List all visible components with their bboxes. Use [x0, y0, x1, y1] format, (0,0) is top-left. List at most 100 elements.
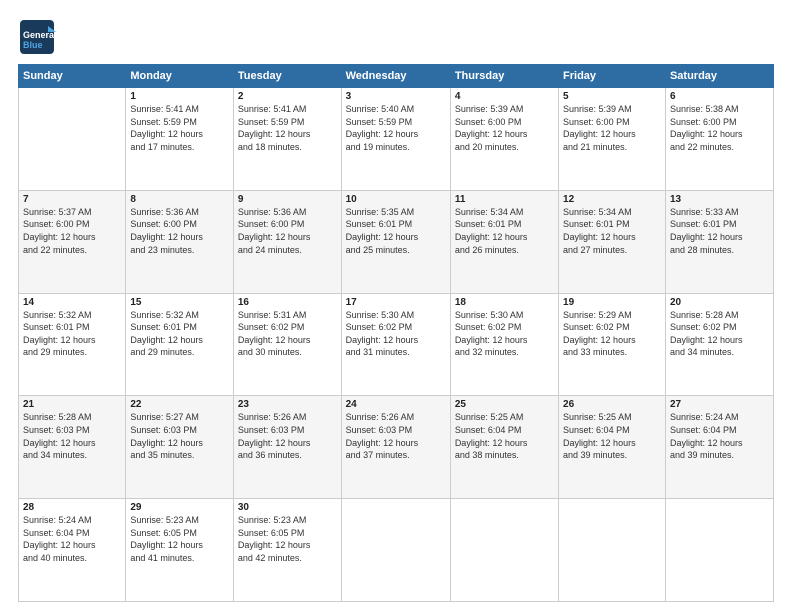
day-info: Sunrise: 5:36 AM Sunset: 6:00 PM Dayligh… — [238, 206, 337, 256]
day-number: 29 — [130, 502, 229, 513]
day-number: 13 — [670, 194, 769, 205]
column-header-friday: Friday — [559, 65, 666, 88]
day-info: Sunrise: 5:33 AM Sunset: 6:01 PM Dayligh… — [670, 206, 769, 256]
calendar-cell: 11Sunrise: 5:34 AM Sunset: 6:01 PM Dayli… — [450, 190, 558, 293]
calendar-cell: 9Sunrise: 5:36 AM Sunset: 6:00 PM Daylig… — [233, 190, 341, 293]
day-number: 24 — [346, 399, 446, 410]
calendar-cell: 6Sunrise: 5:38 AM Sunset: 6:00 PM Daylig… — [665, 88, 773, 191]
logo: General Blue — [18, 18, 60, 56]
calendar-cell: 14Sunrise: 5:32 AM Sunset: 6:01 PM Dayli… — [19, 293, 126, 396]
day-info: Sunrise: 5:39 AM Sunset: 6:00 PM Dayligh… — [563, 103, 661, 153]
day-number: 2 — [238, 91, 337, 102]
day-info: Sunrise: 5:38 AM Sunset: 6:00 PM Dayligh… — [670, 103, 769, 153]
day-info: Sunrise: 5:28 AM Sunset: 6:02 PM Dayligh… — [670, 309, 769, 359]
day-number: 3 — [346, 91, 446, 102]
day-info: Sunrise: 5:35 AM Sunset: 6:01 PM Dayligh… — [346, 206, 446, 256]
calendar-cell — [19, 88, 126, 191]
day-number: 28 — [23, 502, 121, 513]
day-number: 4 — [455, 91, 554, 102]
calendar-header-row: SundayMondayTuesdayWednesdayThursdayFrid… — [19, 65, 774, 88]
column-header-sunday: Sunday — [19, 65, 126, 88]
day-info: Sunrise: 5:30 AM Sunset: 6:02 PM Dayligh… — [455, 309, 554, 359]
svg-text:Blue: Blue — [23, 40, 43, 50]
calendar-cell: 5Sunrise: 5:39 AM Sunset: 6:00 PM Daylig… — [559, 88, 666, 191]
calendar-cell: 23Sunrise: 5:26 AM Sunset: 6:03 PM Dayli… — [233, 396, 341, 499]
calendar-cell: 20Sunrise: 5:28 AM Sunset: 6:02 PM Dayli… — [665, 293, 773, 396]
day-number: 14 — [23, 297, 121, 308]
calendar-cell — [559, 499, 666, 602]
calendar-cell: 24Sunrise: 5:26 AM Sunset: 6:03 PM Dayli… — [341, 396, 450, 499]
calendar-cell: 26Sunrise: 5:25 AM Sunset: 6:04 PM Dayli… — [559, 396, 666, 499]
day-number: 9 — [238, 194, 337, 205]
calendar-cell: 16Sunrise: 5:31 AM Sunset: 6:02 PM Dayli… — [233, 293, 341, 396]
calendar-cell: 22Sunrise: 5:27 AM Sunset: 6:03 PM Dayli… — [126, 396, 234, 499]
day-number: 21 — [23, 399, 121, 410]
day-number: 30 — [238, 502, 337, 513]
calendar-cell: 29Sunrise: 5:23 AM Sunset: 6:05 PM Dayli… — [126, 499, 234, 602]
calendar-cell: 12Sunrise: 5:34 AM Sunset: 6:01 PM Dayli… — [559, 190, 666, 293]
calendar-cell: 30Sunrise: 5:23 AM Sunset: 6:05 PM Dayli… — [233, 499, 341, 602]
calendar-cell: 1Sunrise: 5:41 AM Sunset: 5:59 PM Daylig… — [126, 88, 234, 191]
calendar-cell: 18Sunrise: 5:30 AM Sunset: 6:02 PM Dayli… — [450, 293, 558, 396]
calendar-cell: 28Sunrise: 5:24 AM Sunset: 6:04 PM Dayli… — [19, 499, 126, 602]
calendar-week-row: 21Sunrise: 5:28 AM Sunset: 6:03 PM Dayli… — [19, 396, 774, 499]
column-header-monday: Monday — [126, 65, 234, 88]
day-number: 17 — [346, 297, 446, 308]
day-info: Sunrise: 5:31 AM Sunset: 6:02 PM Dayligh… — [238, 309, 337, 359]
day-info: Sunrise: 5:26 AM Sunset: 6:03 PM Dayligh… — [346, 411, 446, 461]
day-info: Sunrise: 5:25 AM Sunset: 6:04 PM Dayligh… — [563, 411, 661, 461]
calendar-cell: 27Sunrise: 5:24 AM Sunset: 6:04 PM Dayli… — [665, 396, 773, 499]
logo-icon: General Blue — [18, 18, 56, 56]
calendar-cell: 2Sunrise: 5:41 AM Sunset: 5:59 PM Daylig… — [233, 88, 341, 191]
day-number: 23 — [238, 399, 337, 410]
day-info: Sunrise: 5:27 AM Sunset: 6:03 PM Dayligh… — [130, 411, 229, 461]
day-number: 15 — [130, 297, 229, 308]
day-info: Sunrise: 5:32 AM Sunset: 6:01 PM Dayligh… — [23, 309, 121, 359]
day-number: 10 — [346, 194, 446, 205]
calendar-cell: 8Sunrise: 5:36 AM Sunset: 6:00 PM Daylig… — [126, 190, 234, 293]
calendar-cell — [341, 499, 450, 602]
day-info: Sunrise: 5:29 AM Sunset: 6:02 PM Dayligh… — [563, 309, 661, 359]
day-number: 6 — [670, 91, 769, 102]
calendar-cell: 25Sunrise: 5:25 AM Sunset: 6:04 PM Dayli… — [450, 396, 558, 499]
day-number: 18 — [455, 297, 554, 308]
day-number: 19 — [563, 297, 661, 308]
column-header-saturday: Saturday — [665, 65, 773, 88]
day-info: Sunrise: 5:36 AM Sunset: 6:00 PM Dayligh… — [130, 206, 229, 256]
calendar-cell: 10Sunrise: 5:35 AM Sunset: 6:01 PM Dayli… — [341, 190, 450, 293]
day-info: Sunrise: 5:23 AM Sunset: 6:05 PM Dayligh… — [130, 514, 229, 564]
calendar-cell: 3Sunrise: 5:40 AM Sunset: 5:59 PM Daylig… — [341, 88, 450, 191]
day-number: 1 — [130, 91, 229, 102]
day-number: 27 — [670, 399, 769, 410]
day-info: Sunrise: 5:41 AM Sunset: 5:59 PM Dayligh… — [238, 103, 337, 153]
page: General Blue SundayMondayTuesdayWednesda… — [0, 0, 792, 612]
day-number: 20 — [670, 297, 769, 308]
day-number: 25 — [455, 399, 554, 410]
calendar-cell: 17Sunrise: 5:30 AM Sunset: 6:02 PM Dayli… — [341, 293, 450, 396]
day-info: Sunrise: 5:34 AM Sunset: 6:01 PM Dayligh… — [455, 206, 554, 256]
day-info: Sunrise: 5:34 AM Sunset: 6:01 PM Dayligh… — [563, 206, 661, 256]
calendar-cell — [450, 499, 558, 602]
column-header-thursday: Thursday — [450, 65, 558, 88]
calendar-cell: 4Sunrise: 5:39 AM Sunset: 6:00 PM Daylig… — [450, 88, 558, 191]
column-header-wednesday: Wednesday — [341, 65, 450, 88]
day-info: Sunrise: 5:24 AM Sunset: 6:04 PM Dayligh… — [670, 411, 769, 461]
calendar-cell: 13Sunrise: 5:33 AM Sunset: 6:01 PM Dayli… — [665, 190, 773, 293]
calendar-table: SundayMondayTuesdayWednesdayThursdayFrid… — [18, 64, 774, 602]
day-number: 22 — [130, 399, 229, 410]
day-number: 12 — [563, 194, 661, 205]
day-number: 26 — [563, 399, 661, 410]
calendar-week-row: 1Sunrise: 5:41 AM Sunset: 5:59 PM Daylig… — [19, 88, 774, 191]
day-info: Sunrise: 5:40 AM Sunset: 5:59 PM Dayligh… — [346, 103, 446, 153]
column-header-tuesday: Tuesday — [233, 65, 341, 88]
calendar-cell — [665, 499, 773, 602]
day-number: 7 — [23, 194, 121, 205]
day-info: Sunrise: 5:28 AM Sunset: 6:03 PM Dayligh… — [23, 411, 121, 461]
calendar-cell: 21Sunrise: 5:28 AM Sunset: 6:03 PM Dayli… — [19, 396, 126, 499]
day-info: Sunrise: 5:32 AM Sunset: 6:01 PM Dayligh… — [130, 309, 229, 359]
calendar-week-row: 28Sunrise: 5:24 AM Sunset: 6:04 PM Dayli… — [19, 499, 774, 602]
calendar-week-row: 7Sunrise: 5:37 AM Sunset: 6:00 PM Daylig… — [19, 190, 774, 293]
day-number: 5 — [563, 91, 661, 102]
day-number: 16 — [238, 297, 337, 308]
day-info: Sunrise: 5:41 AM Sunset: 5:59 PM Dayligh… — [130, 103, 229, 153]
